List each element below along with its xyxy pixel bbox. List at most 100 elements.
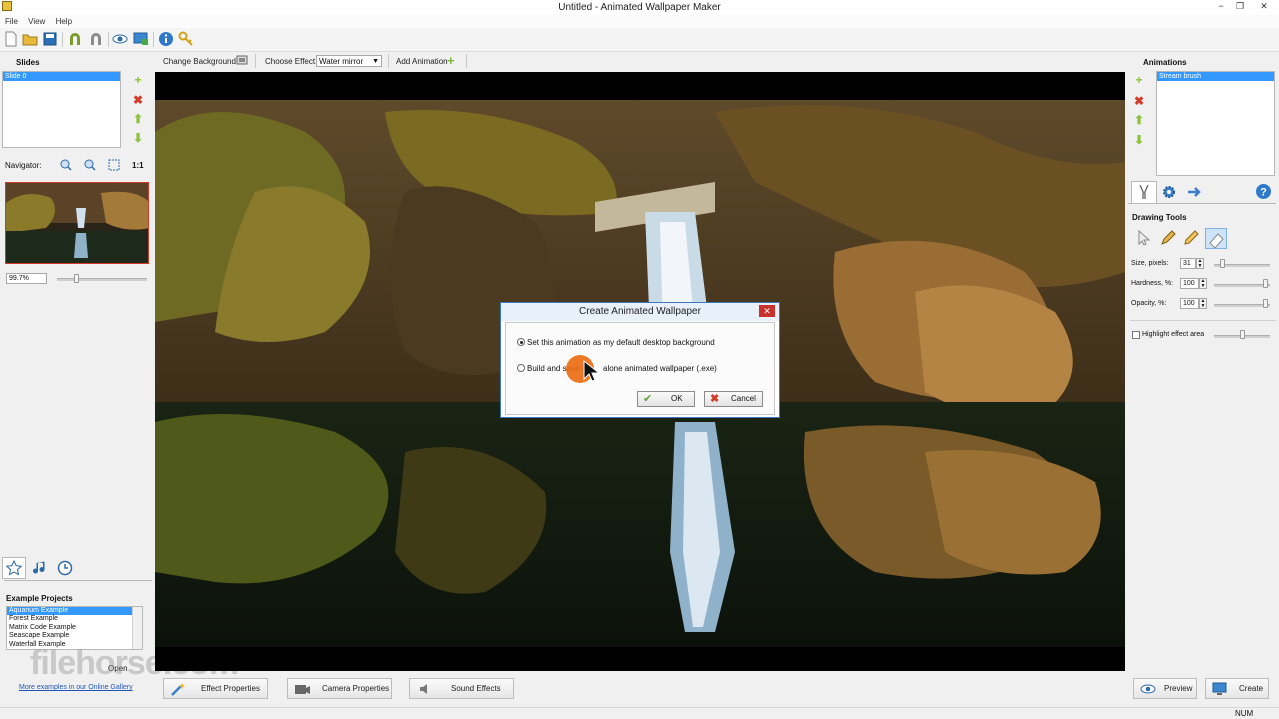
size-input[interactable]: 31 ▲ ▼	[1180, 258, 1204, 269]
menu-file[interactable]: File	[5, 15, 18, 28]
camera-properties-label: Camera Properties	[322, 684, 390, 693]
select-arrow-icon[interactable]	[1136, 230, 1152, 246]
undo-icon[interactable]	[67, 31, 83, 47]
opacity-slider-track[interactable]	[1214, 304, 1270, 307]
camera-move-icon[interactable]	[1187, 184, 1203, 200]
help-icon[interactable]: ?	[1255, 183, 1272, 200]
preview-eye-icon[interactable]	[112, 31, 128, 47]
num-lock-indicator: NUM	[1235, 709, 1254, 718]
zoom-out-icon[interactable]	[84, 159, 96, 171]
pencil-icon[interactable]	[1183, 230, 1199, 246]
opacity-input[interactable]: 100 ▲ ▼	[1180, 298, 1207, 309]
move-down-animation-button[interactable]: ⬇	[1132, 133, 1146, 147]
add-animation-plus-icon[interactable]: +	[447, 53, 455, 68]
change-background-icon[interactable]	[236, 54, 248, 66]
navigator-thumbnail[interactable]	[5, 182, 149, 264]
restore-button[interactable]: ❐	[1230, 0, 1250, 14]
camera-icon	[295, 685, 310, 694]
drawing-tools-title: Drawing Tools	[1132, 213, 1187, 222]
toolbar-separator	[62, 32, 63, 47]
spin-arrows-icon[interactable]: ▲ ▼	[1199, 278, 1207, 289]
zoom-field[interactable]: 99.7%	[6, 273, 47, 284]
brush-icon[interactable]	[1160, 230, 1176, 246]
effect-select-value: Water mirror	[319, 57, 364, 66]
opacity-label: Opacity, %:	[1131, 300, 1167, 307]
sound-effects-button[interactable]: Sound Effects	[409, 678, 514, 699]
eraser-tool-button[interactable]	[1205, 228, 1227, 249]
delete-slide-button[interactable]: ✖	[131, 93, 145, 107]
cancel-button[interactable]: ✖ Cancel	[704, 391, 763, 407]
spin-arrows-icon[interactable]: ▲ ▼	[1196, 258, 1204, 269]
clock-icon[interactable]	[57, 560, 73, 576]
navigator-label: Navigator:	[5, 161, 42, 170]
zoom-slider-track[interactable]	[57, 278, 147, 281]
option-build-exe-label-end[interactable]: alone animated wallpaper (.exe)	[603, 364, 717, 373]
effect-select[interactable]: Water mirror ▼	[316, 55, 382, 67]
fit-to-window-icon[interactable]	[108, 159, 120, 171]
radio-build-exe[interactable]	[517, 364, 525, 372]
status-bar: NUM	[0, 707, 1279, 719]
size-value: 31	[1183, 260, 1191, 267]
redo-icon[interactable]	[88, 31, 104, 47]
delete-animation-button[interactable]: ✖	[1132, 94, 1146, 108]
hardness-slider-thumb[interactable]	[1263, 279, 1268, 288]
effect-properties-button[interactable]: Effect Properties	[163, 678, 268, 699]
eye-icon	[1140, 684, 1156, 694]
zoom-in-icon[interactable]	[60, 159, 72, 171]
highlight-checkbox[interactable]	[1132, 331, 1140, 339]
add-animation-side-button[interactable]: +	[1132, 73, 1146, 87]
new-file-icon[interactable]	[3, 31, 19, 47]
example-item[interactable]: Aquarium Example	[7, 607, 132, 615]
size-slider-thumb[interactable]	[1220, 259, 1225, 268]
minimize-button[interactable]: −	[1211, 0, 1231, 14]
tab-examples[interactable]	[2, 557, 26, 579]
opacity-slider-thumb[interactable]	[1263, 299, 1268, 308]
set-wallpaper-icon[interactable]	[133, 31, 149, 47]
preview-button[interactable]: Preview	[1133, 678, 1197, 699]
radio-default-background[interactable]	[517, 338, 525, 346]
hardness-label: Hardness, %:	[1131, 280, 1174, 287]
ok-button[interactable]: ✔ OK	[637, 391, 695, 407]
add-animation-button[interactable]: Add Animation	[396, 57, 448, 66]
main-toolbar	[0, 28, 1279, 52]
spin-arrows-icon[interactable]: ▲ ▼	[1199, 298, 1207, 309]
example-item[interactable]: Matrix Code Example	[7, 624, 142, 633]
menu-view[interactable]: View	[28, 15, 45, 28]
info-icon[interactable]	[158, 31, 174, 47]
open-folder-icon[interactable]	[22, 31, 38, 47]
action-separator	[388, 54, 389, 68]
highlight-slider-thumb[interactable]	[1240, 330, 1245, 339]
examples-title: Example Projects	[6, 594, 73, 603]
example-item[interactable]: Seascape Example	[7, 632, 142, 641]
create-button[interactable]: Create	[1205, 678, 1269, 699]
move-up-animation-button[interactable]: ⬆	[1132, 113, 1146, 127]
one-to-one-button[interactable]: 1:1	[132, 161, 144, 170]
hardness-input[interactable]: 100 ▲ ▼	[1180, 278, 1207, 289]
animations-list: Stream brush	[1156, 71, 1275, 176]
action-separator	[255, 54, 256, 68]
option-default-background-label[interactable]: Set this animation as my default desktop…	[527, 338, 715, 347]
change-background-button[interactable]: Change Background	[163, 57, 236, 66]
add-slide-button[interactable]: +	[131, 73, 145, 87]
dialog-close-button[interactable]: ✕	[759, 305, 775, 317]
animation-item[interactable]: Stream brush	[1157, 72, 1274, 81]
close-window-button[interactable]: ✕	[1254, 0, 1274, 14]
hardness-slider-track[interactable]	[1214, 284, 1270, 287]
gear-icon[interactable]	[1161, 184, 1177, 200]
slide-item[interactable]: Slide 0	[3, 72, 120, 81]
highlight-label[interactable]: Highlight effect area	[1142, 331, 1204, 338]
tab-brush-tools[interactable]	[1131, 181, 1157, 203]
online-gallery-link[interactable]: More examples in our Online Gallery	[19, 684, 133, 691]
save-icon[interactable]	[42, 31, 58, 47]
example-item[interactable]: Forest Example	[7, 615, 142, 624]
move-down-slide-button[interactable]: ⬇	[131, 131, 145, 145]
effect-action-row: Change Background Choose Effect: Water m…	[155, 51, 1125, 71]
music-note-icon[interactable]	[32, 560, 48, 576]
key-icon[interactable]	[178, 31, 194, 47]
examples-scrollbar[interactable]	[132, 607, 142, 649]
zoom-slider-thumb[interactable]	[74, 274, 79, 283]
move-up-slide-button[interactable]: ⬆	[131, 112, 145, 126]
eraser-icon	[1209, 233, 1224, 249]
camera-properties-button[interactable]: Camera Properties	[287, 678, 392, 699]
menu-help[interactable]: Help	[56, 15, 72, 28]
